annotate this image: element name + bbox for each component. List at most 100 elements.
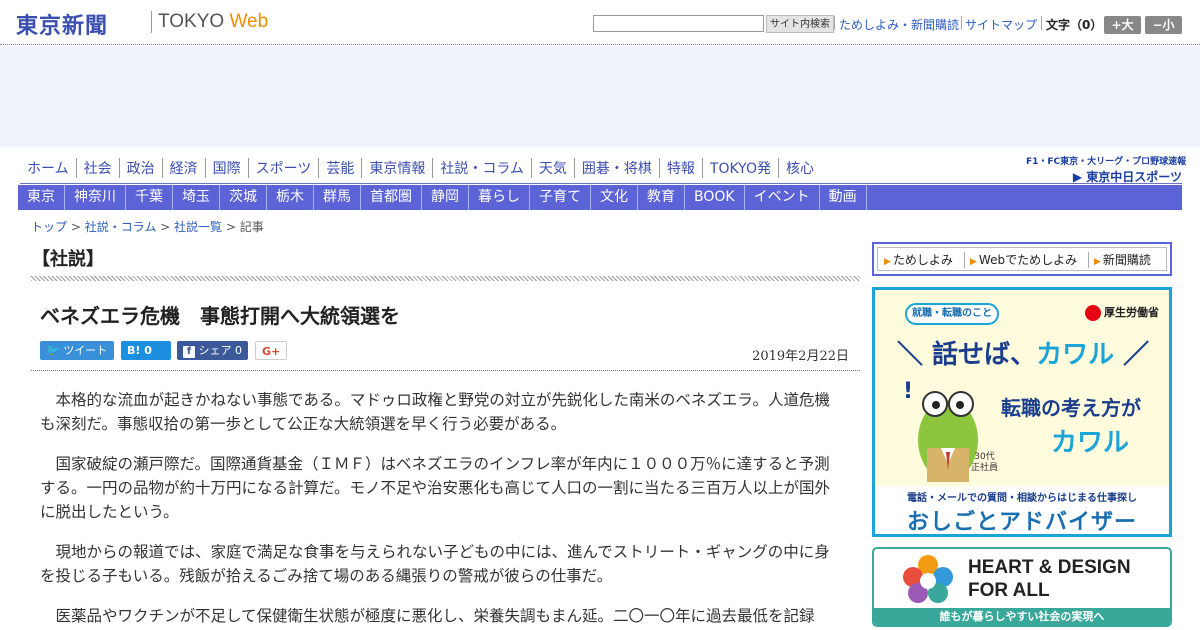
primary-nav-item[interactable]: 東京情報 (361, 158, 432, 178)
regional-nav-item[interactable]: 栃木 (267, 185, 314, 210)
sidebar-web-trial-link[interactable]: ▶ Webでためしよみ (970, 251, 1077, 268)
primary-nav-item[interactable]: 社会 (75, 158, 119, 178)
ad-question-1: 転職の考え方が (1001, 396, 1141, 420)
primary-nav-item[interactable]: 芸能 (318, 158, 361, 178)
ad-sub-copy: 電話・メールでの質問・相談からはじまる仕事探し (907, 493, 1137, 504)
primary-nav-item[interactable]: 特報 (658, 158, 702, 178)
triangle-right-icon: ▶ (970, 257, 977, 267)
tokyo-shimbun-logo[interactable]: 東京新聞 (16, 8, 108, 40)
site-header: 東京新聞 TOKYO Web サイト内検索 ためしよみ・新聞購読 サイトマップ … (0, 0, 1200, 45)
subscription-divider (1088, 252, 1089, 268)
breadcrumb: トップ > 社説・コラム > 社説一覧 > 記事 (31, 218, 264, 235)
site-search-button[interactable]: サイト内検索 (766, 15, 834, 33)
ad-main-copy: ＼ 話せば、カワル ／ (897, 334, 1149, 371)
regional-nav-item[interactable]: 埼玉 (173, 185, 220, 210)
facebook-share-button[interactable]: f シェア 0 (177, 341, 248, 360)
primary-nav-item[interactable]: 政治 (118, 158, 162, 178)
chunichi-logo: ▶ 東京中日スポーツ (1072, 170, 1182, 184)
hatena-bookmark-button[interactable]: B! 0 (121, 341, 171, 360)
breadcrumb-sep: > (67, 220, 85, 234)
primary-nav-item[interactable]: TOKYO発 (701, 158, 778, 178)
header-divider (961, 16, 962, 30)
regional-nav-item[interactable]: 文化 (591, 185, 638, 210)
google-plus-button[interactable]: G+ (255, 341, 287, 360)
sidebar-subscribe-link[interactable]: ▶ 新聞購読 (1094, 251, 1151, 268)
tokyo-web-logo[interactable]: TOKYO Web (158, 11, 268, 33)
regional-nav-item[interactable]: 教育 (638, 185, 685, 210)
sidebar-trial-link[interactable]: ▶ ためしよみ (884, 251, 953, 268)
mhlw-job-ad[interactable]: 就職・転職のこと 厚生労働省 ＼ 話せば、カワル ／ ! 転職の考え方が カワル… (872, 287, 1172, 537)
regional-nav-item[interactable]: 首都圏 (361, 185, 422, 210)
breadcrumb-sep: > (222, 220, 240, 234)
primary-nav-item[interactable]: 核心 (777, 158, 821, 178)
sidebar-subscribe-label: 新聞購読 (1102, 253, 1151, 267)
ad-footer: 電話・メールでの質問・相談からはじまる仕事探し おしごとアドバイザー (875, 486, 1169, 534)
article-headline: ベネズエラ危機 事態打開へ大統領選を (40, 304, 400, 328)
font-smaller-button[interactable]: −小 (1145, 16, 1182, 34)
ad-main-copy-3: ／ (1114, 340, 1150, 370)
ad2-title-line1: HEART & DESIGN (968, 557, 1131, 578)
breadcrumb-editorial[interactable]: 社説・コラム (85, 220, 157, 234)
article-paragraph: 医薬品やワクチンが不足して保健衛生状態が極度に悪化し、栄養失調もまん延。二〇一〇… (55, 607, 815, 625)
section-hatch-divider (31, 276, 860, 281)
site-search-input[interactable] (593, 15, 764, 32)
regional-nav-item[interactable]: 東京 (18, 185, 65, 210)
article-date: 2019年2月22日 (752, 349, 849, 364)
article-paragraph: 国家破綻の瀬戸際だ。国際通貨基金（ＩＭＦ）はベネズエラのインフレ率が年内に１００… (40, 455, 831, 521)
subscription-divider (964, 252, 965, 268)
chunichi-sports-link[interactable]: F1・FC東京・大リーグ・プロ野球速報 ▶ 東京中日スポーツ (1026, 154, 1187, 184)
ad-main-copy-1: ＼ 話せば、 (897, 340, 1037, 370)
regional-nav-item[interactable]: 動画 (820, 185, 867, 210)
regional-nav-item[interactable]: 暮らし (469, 185, 530, 210)
facebook-icon: f (183, 346, 195, 358)
header-divider (834, 16, 835, 30)
mhlw-emblem-icon (1085, 305, 1101, 321)
breadcrumb-top[interactable]: トップ (31, 220, 67, 234)
heart-design-ad[interactable]: HEART & DESIGN FOR ALL 誰もが暮らしやすい社会の実現へ (872, 547, 1172, 627)
regional-nav-item[interactable]: 千葉 (126, 185, 173, 210)
regional-nav-item[interactable]: 群馬 (314, 185, 361, 210)
triangle-right-icon: ▶ (1094, 257, 1101, 267)
ad2-title-line2: FOR ALL (968, 580, 1050, 601)
trial-subscribe-link[interactable]: ためしよみ・新聞購読 (839, 16, 959, 33)
regional-nav-item[interactable]: BOOK (685, 185, 745, 210)
regional-nav-item[interactable]: 静岡 (422, 185, 469, 210)
ad-product-name: おしごとアドバイザー (906, 510, 1137, 535)
sidebar-web-trial-label: Webでためしよみ (978, 253, 1078, 267)
regional-nav-item[interactable]: 神奈川 (65, 185, 126, 210)
mhlw-name: 厚生労働省 (1104, 306, 1159, 319)
ad2-footer: 誰もが暮らしやすい社会の実現へ (874, 608, 1170, 625)
font-larger-button[interactable]: +大 (1104, 16, 1141, 34)
sidebar-trial-label: ためしよみ (892, 253, 953, 267)
ad-persona: 30代 正社員 (971, 452, 998, 474)
primary-nav-item[interactable]: スポーツ (247, 158, 319, 178)
facebook-share-label: シェア 0 (198, 344, 243, 357)
tweet-button[interactable]: 🐦 ツイート (40, 341, 114, 360)
article-paragraph: 本格的な流血が起きかねない事態である。マドゥロ政権と野党の対立が先鋭化した南米の… (40, 391, 831, 433)
primary-nav-item[interactable]: ホーム (20, 158, 76, 178)
regional-nav-item[interactable]: 茨城 (220, 185, 267, 210)
banner-ad-area (0, 46, 1200, 147)
sitemap-link[interactable]: サイトマップ (965, 16, 1037, 33)
triangle-right-icon: ▶ (884, 257, 891, 267)
ad-pill-label: 就職・転職のこと (905, 303, 999, 325)
article-divider (31, 370, 860, 371)
svg-text:!: ! (903, 379, 913, 404)
regional-nav-item[interactable]: 子育て (530, 185, 591, 210)
logo-web-text: Web (229, 11, 269, 32)
logo-en-text: TOKYO (158, 11, 230, 32)
primary-nav-item[interactable]: 経済 (161, 158, 205, 178)
primary-nav-item[interactable]: 国際 (204, 158, 248, 178)
regional-nav-item[interactable]: イベント (745, 185, 820, 210)
subscription-box: ▶ ためしよみ ▶ Webでためしよみ ▶ 新聞購読 (872, 242, 1172, 276)
primary-nav-item[interactable]: 社説・コラム (432, 158, 531, 178)
tweet-label: ツイート (63, 344, 108, 357)
primary-nav-item[interactable]: 天気 (530, 158, 574, 178)
breadcrumb-editorial-list[interactable]: 社説一覧 (174, 220, 222, 234)
flower-logo-icon (903, 555, 953, 603)
section-label: 【社説】 (32, 249, 104, 270)
mhlw-logo: 厚生労働省 (1085, 304, 1159, 321)
ad-question-2: カワル (1051, 428, 1130, 458)
chunichi-tagline: F1・FC東京・大リーグ・プロ野球速報 (1026, 157, 1187, 167)
primary-nav-item[interactable]: 囲碁・将棋 (573, 158, 659, 178)
